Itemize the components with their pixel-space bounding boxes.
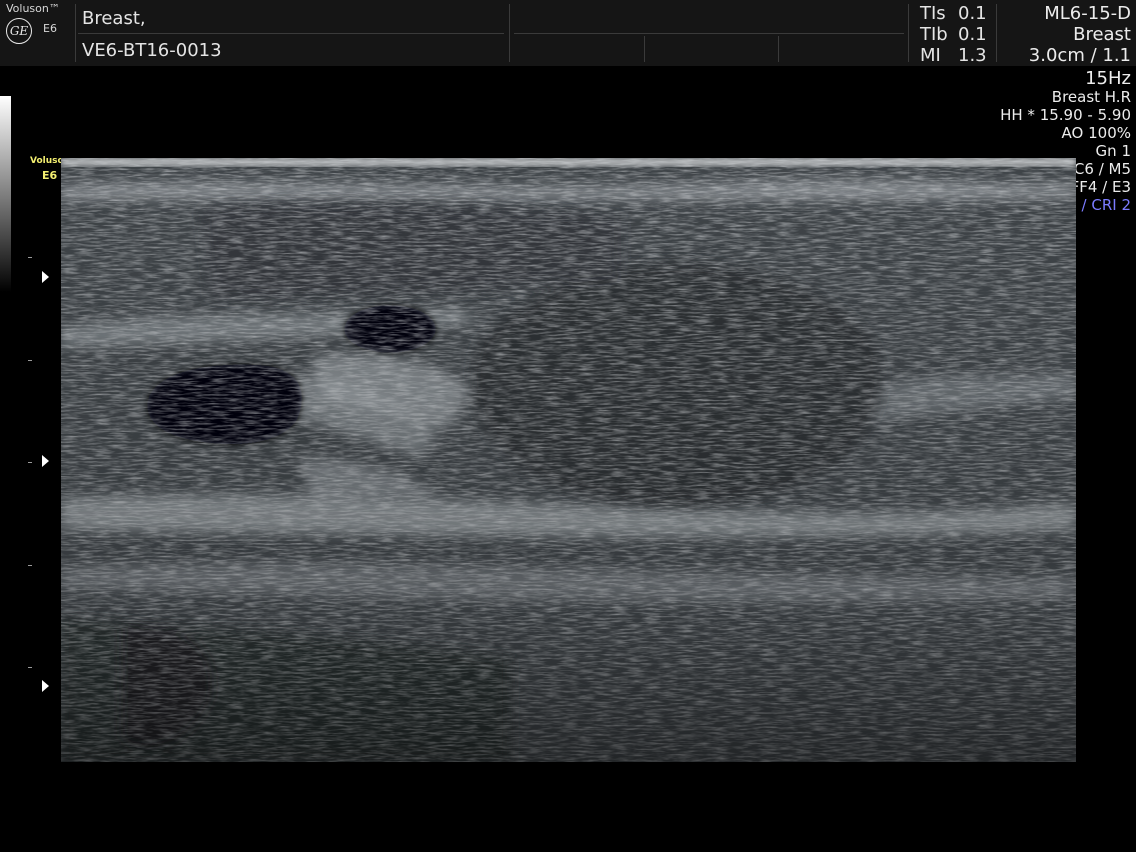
depth-tick [28,667,32,668]
ultrasound-image[interactable] [61,158,1076,762]
contrast-map: C6 / M5 [1073,160,1131,178]
divider [644,36,645,62]
depth-tick [28,565,32,566]
divider [75,4,76,62]
image-model-label: E6 [42,169,58,182]
filter-setting: FF4 / E3 [1070,178,1131,196]
probe-name: ML6-15-D [1044,3,1131,24]
divider [996,4,997,62]
patient-id: VE6-BT16-0013 [82,40,222,61]
top-status-bar: Voluson™ GE E6 Breast, VE6-BT16-0013 TIs… [0,0,1136,66]
depth-tick [28,462,32,463]
tib-label: TIb [920,24,948,45]
focal-marker-icon[interactable] [42,271,49,283]
tib-value: 0.1 [958,24,987,45]
probe-preset: Breast [1073,24,1131,45]
exam-title: Breast, [82,8,146,29]
focal-marker-icon[interactable] [42,455,49,467]
device-model-label: E6 [43,22,57,35]
tis-value: 0.1 [958,3,987,24]
grayscale-bar [0,96,11,292]
probe-depth: 3.0cm / 1.1 [1028,45,1131,66]
frame-rate: 15Hz [1085,68,1131,89]
divider [514,33,904,34]
depth-tick [28,257,32,258]
tis-label: TIs [920,3,946,24]
divider [78,33,504,34]
depth-tick [28,360,32,361]
preset-sub: Breast H.R [1051,88,1131,106]
divider [509,4,510,62]
gain: Gn 1 [1095,142,1131,160]
ge-logo-icon: GE [6,18,32,44]
acoustic-output: AO 100% [1061,124,1131,142]
focal-marker-icon[interactable] [42,680,49,692]
divider [908,4,909,62]
harmonic-frequency: HH * 15.90 - 5.90 [1000,106,1131,124]
mi-value: 1.3 [958,45,987,66]
divider [778,36,779,62]
brand-label: Voluson™ [6,2,60,15]
mi-label: MI [920,45,941,66]
